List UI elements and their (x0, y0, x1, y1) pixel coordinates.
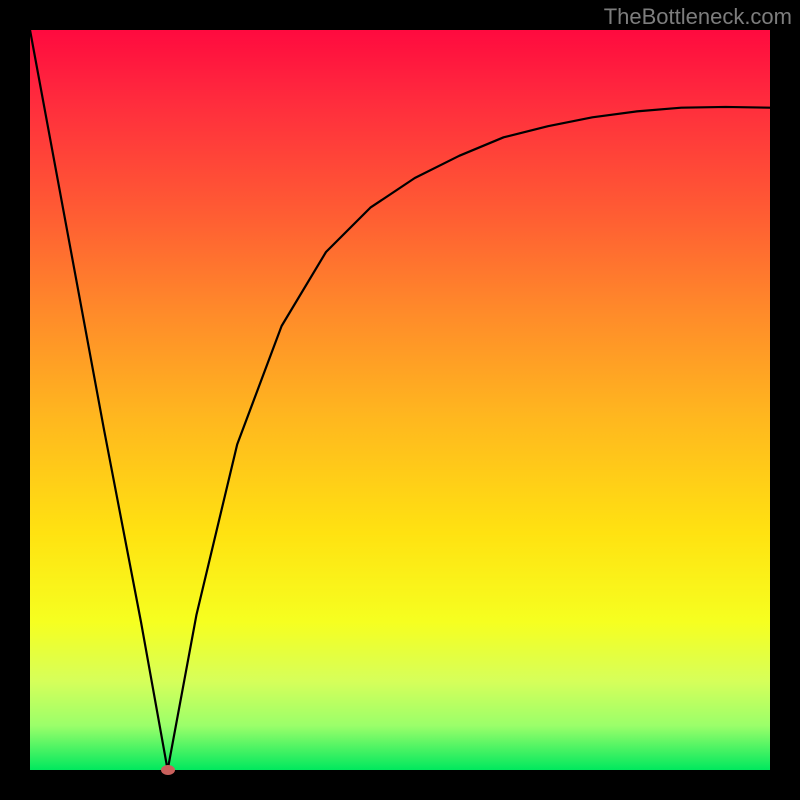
bottleneck-curve (30, 30, 770, 770)
plot-area (30, 30, 770, 770)
chart-frame: TheBottleneck.com (0, 0, 800, 800)
minimum-marker (161, 765, 175, 775)
curve-svg (30, 30, 770, 770)
watermark-text: TheBottleneck.com (604, 4, 792, 30)
